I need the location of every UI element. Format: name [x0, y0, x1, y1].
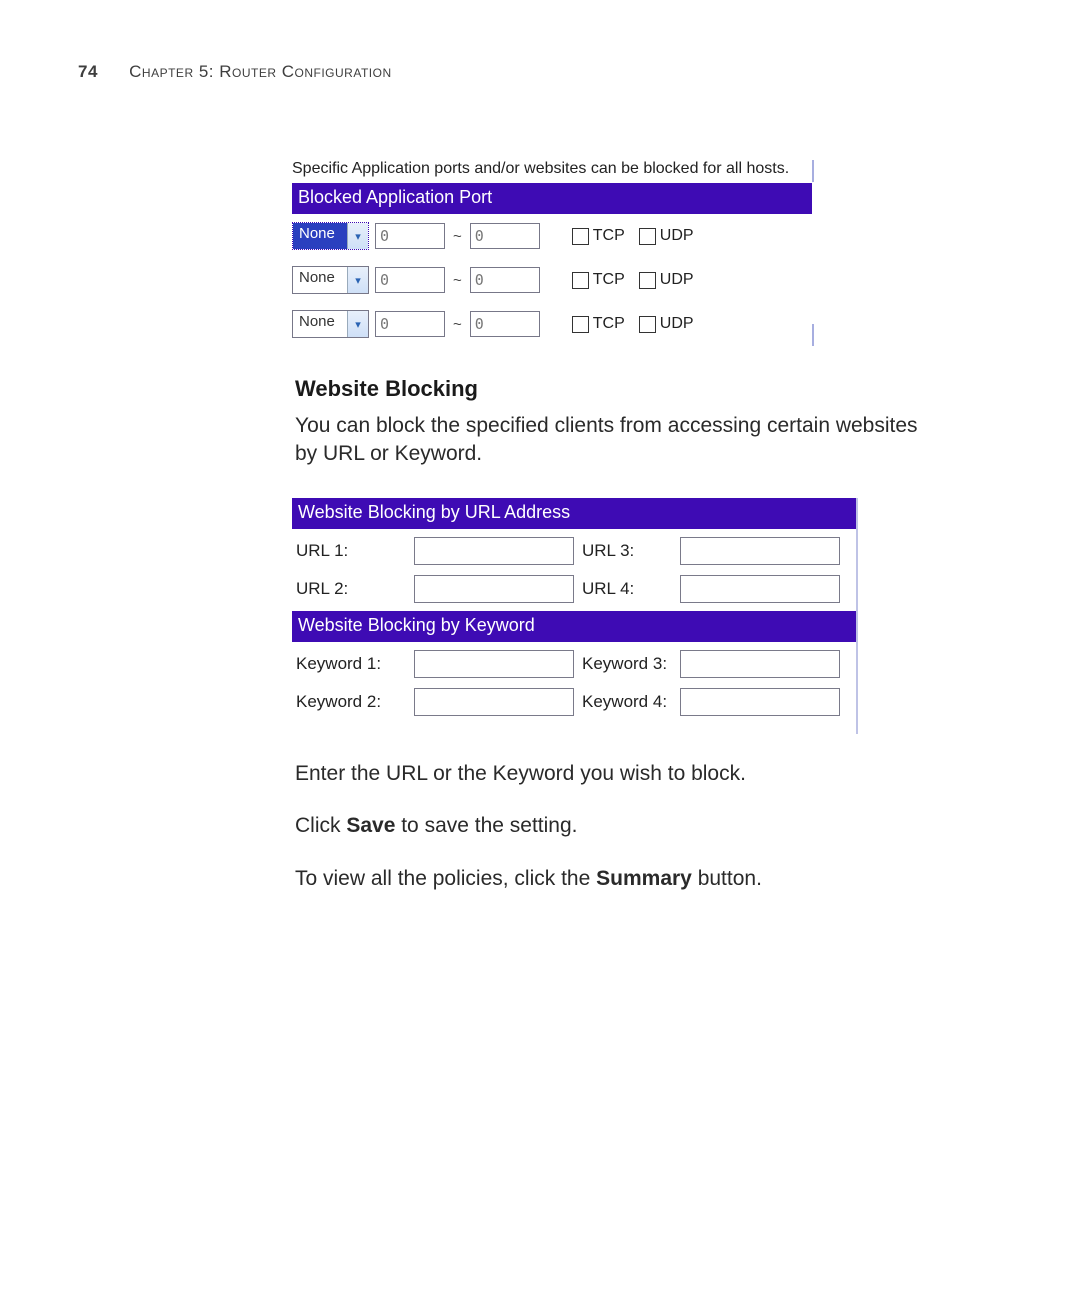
- chapter-title: Chapter 5: Router Configuration: [129, 62, 391, 81]
- section-heading: Website Blocking: [295, 376, 935, 402]
- section-paragraph: You can block the specified clients from…: [295, 412, 935, 469]
- url3-label: URL 3:: [582, 541, 672, 561]
- url1-input[interactable]: [414, 537, 574, 565]
- text-fragment: button.: [692, 867, 762, 890]
- instruction-summary: To view all the policies, click the Summ…: [295, 865, 935, 893]
- udp-label: UDP: [660, 315, 694, 333]
- application-select[interactable]: None ▾: [292, 222, 369, 250]
- instructions-block: Enter the URL or the Keyword you wish to…: [295, 760, 935, 917]
- summary-keyword: Summary: [596, 867, 692, 890]
- port-from-input[interactable]: [375, 223, 445, 249]
- application-select[interactable]: None ▾: [292, 310, 369, 338]
- keyword4-input[interactable]: [680, 688, 840, 716]
- manual-page: 74 Chapter 5: Router Configuration Speci…: [0, 0, 1080, 1296]
- url-section-bar: Website Blocking by URL Address: [292, 498, 856, 529]
- chevron-down-icon: ▾: [347, 311, 368, 337]
- website-blocking-section: Website Blocking You can block the speci…: [295, 376, 935, 493]
- url2-label: URL 2:: [296, 579, 406, 599]
- checkbox-icon: [639, 228, 656, 245]
- application-select[interactable]: None ▾: [292, 266, 369, 294]
- instruction-save: Click Save to save the setting.: [295, 812, 935, 840]
- range-separator: ~: [451, 316, 464, 333]
- select-value: None: [293, 223, 347, 249]
- panel-title-bar: Blocked Application Port: [292, 183, 812, 214]
- port-to-input[interactable]: [470, 267, 540, 293]
- tcp-label: TCP: [593, 271, 625, 289]
- url1-label: URL 1:: [296, 541, 406, 561]
- panel-caption: Specific Application ports and/or websit…: [292, 160, 812, 178]
- keyword3-input[interactable]: [680, 650, 840, 678]
- udp-checkbox[interactable]: UDP: [639, 227, 694, 245]
- keyword1-input[interactable]: [414, 650, 574, 678]
- url2-input[interactable]: [414, 575, 574, 603]
- url4-input[interactable]: [680, 575, 840, 603]
- tcp-label: TCP: [593, 227, 625, 245]
- tcp-label: TCP: [593, 315, 625, 333]
- text-fragment: To view all the policies, click the: [295, 867, 596, 890]
- select-value: None: [293, 267, 347, 293]
- udp-checkbox[interactable]: UDP: [639, 315, 694, 333]
- select-value: None: [293, 311, 347, 337]
- text-fragment: to save the setting.: [395, 814, 577, 837]
- port-rule-row: None ▾ ~ TCP UDP: [292, 258, 812, 302]
- keyword4-label: Keyword 4:: [582, 692, 672, 712]
- checkbox-icon: [572, 228, 589, 245]
- url4-label: URL 4:: [582, 579, 672, 599]
- keyword-fields-grid: Keyword 1: Keyword 3: Keyword 2: Keyword…: [292, 642, 856, 724]
- tcp-checkbox[interactable]: TCP: [572, 227, 625, 245]
- port-from-input[interactable]: [375, 267, 445, 293]
- port-rule-row: None ▾ ~ TCP UDP: [292, 302, 812, 346]
- checkbox-icon: [639, 316, 656, 333]
- port-to-input[interactable]: [470, 311, 540, 337]
- crop-edge-decoration: [812, 160, 814, 182]
- url3-input[interactable]: [680, 537, 840, 565]
- save-keyword: Save: [346, 814, 395, 837]
- instruction-enter: Enter the URL or the Keyword you wish to…: [295, 760, 935, 788]
- checkbox-icon: [572, 316, 589, 333]
- website-blocking-panel: Website Blocking by URL Address URL 1: U…: [292, 498, 856, 724]
- range-separator: ~: [451, 228, 464, 245]
- running-header: 74 Chapter 5: Router Configuration: [78, 62, 392, 82]
- port-to-input[interactable]: [470, 223, 540, 249]
- keyword2-input[interactable]: [414, 688, 574, 716]
- tcp-checkbox[interactable]: TCP: [572, 271, 625, 289]
- crop-edge-decoration: [812, 324, 814, 346]
- crop-edge-decoration: [856, 498, 858, 734]
- port-from-input[interactable]: [375, 311, 445, 337]
- keyword1-label: Keyword 1:: [296, 654, 406, 674]
- udp-label: UDP: [660, 227, 694, 245]
- chevron-down-icon: ▾: [347, 223, 368, 249]
- url-fields-grid: URL 1: URL 3: URL 2: URL 4:: [292, 529, 856, 611]
- chevron-down-icon: ▾: [347, 267, 368, 293]
- range-separator: ~: [451, 272, 464, 289]
- blocked-port-panel: Specific Application ports and/or websit…: [292, 160, 812, 346]
- keyword3-label: Keyword 3:: [582, 654, 672, 674]
- keyword2-label: Keyword 2:: [296, 692, 406, 712]
- keyword-section-bar: Website Blocking by Keyword: [292, 611, 856, 642]
- checkbox-icon: [639, 272, 656, 289]
- port-rule-row: None ▾ ~ TCP UDP: [292, 214, 812, 258]
- checkbox-icon: [572, 272, 589, 289]
- udp-checkbox[interactable]: UDP: [639, 271, 694, 289]
- udp-label: UDP: [660, 271, 694, 289]
- page-number: 74: [78, 62, 98, 81]
- tcp-checkbox[interactable]: TCP: [572, 315, 625, 333]
- text-fragment: Click: [295, 814, 346, 837]
